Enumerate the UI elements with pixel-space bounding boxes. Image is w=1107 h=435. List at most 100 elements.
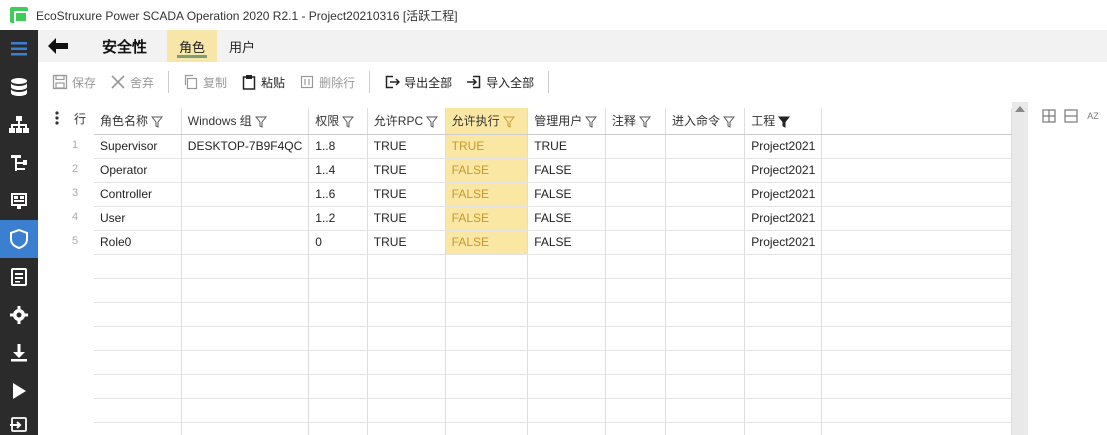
gear-icon[interactable]	[0, 296, 38, 334]
column-header-privilege[interactable]: 权限	[308, 108, 368, 135]
column-header-comment[interactable]: 注释	[605, 108, 666, 135]
database-icon[interactable]	[0, 68, 38, 106]
document-icon[interactable]	[0, 258, 38, 296]
table-cell[interactable]: TRUE	[367, 182, 446, 207]
device-tree-icon[interactable]	[0, 144, 38, 182]
table-cell[interactable]	[821, 206, 1012, 231]
table-cell[interactable]: FALSE	[527, 182, 606, 207]
table-cell[interactable]: TRUE	[367, 230, 446, 255]
table-cell[interactable]: Project2021	[744, 182, 823, 207]
column-header-allow-execute[interactable]: 允许执行	[445, 108, 529, 135]
table-cell[interactable]: FALSE	[445, 158, 529, 183]
filter-icon[interactable]	[722, 116, 735, 128]
table-cell[interactable]: 1..4	[308, 158, 368, 183]
download-icon[interactable]	[0, 334, 38, 372]
table-cell[interactable]	[605, 182, 666, 207]
filter-active-icon[interactable]	[778, 116, 791, 128]
import-all-button[interactable]: 导入全部	[466, 74, 534, 91]
table-row[interactable]: Supervisor DESKTOP-7B9F4QC 1..8 TRUE TRUE TRU…	[94, 134, 1012, 159]
table-cell[interactable]: FALSE	[445, 182, 529, 207]
table-cell[interactable]	[605, 206, 666, 231]
table-cell[interactable]	[665, 158, 746, 183]
paste-button[interactable]: 粘贴	[241, 74, 285, 91]
column-header-project[interactable]: 工程	[744, 108, 823, 135]
back-arrow-icon[interactable]	[38, 30, 78, 62]
shield-icon[interactable]	[0, 220, 38, 258]
table-cell[interactable]	[181, 206, 310, 231]
table-row[interactable]: Role0 0 TRUE FALSE FALSE Project2021	[94, 230, 1012, 255]
table-cell[interactable]	[665, 182, 746, 207]
filter-icon[interactable]	[638, 116, 651, 128]
table-cell[interactable]: Controller	[94, 182, 182, 207]
copy-button[interactable]: 复制	[183, 74, 227, 91]
column-header-entry-command[interactable]: 进入命令	[665, 108, 746, 135]
table-cell[interactable]: DESKTOP-7B9F4QC	[181, 134, 310, 159]
table-cell[interactable]: 1..2	[308, 206, 368, 231]
export-icon[interactable]	[0, 406, 38, 435]
table-cell[interactable]: Supervisor	[94, 134, 182, 159]
tab-roles[interactable]: 角色	[167, 30, 218, 62]
table-cell[interactable]	[181, 182, 310, 207]
table-row[interactable]: User 1..2 TRUE FALSE FALSE Project2021	[94, 206, 1012, 231]
table-cell[interactable]: Project2021	[744, 206, 823, 231]
table-cell[interactable]	[181, 158, 310, 183]
topology-icon[interactable]	[0, 106, 38, 144]
column-header-windows-group[interactable]: Windows 组	[181, 108, 310, 135]
table-cell[interactable]: TRUE	[527, 134, 606, 159]
table-cell[interactable]: Project2021	[744, 230, 823, 255]
table-cell[interactable]: FALSE	[527, 230, 606, 255]
table-cell[interactable]: FALSE	[527, 206, 606, 231]
filter-icon[interactable]	[585, 116, 598, 128]
table-cell[interactable]	[665, 230, 746, 255]
play-icon[interactable]	[0, 372, 38, 410]
table-cell[interactable]: Role0	[94, 230, 182, 255]
filter-icon[interactable]	[426, 116, 439, 128]
table-cell[interactable]	[605, 158, 666, 183]
expand-all-icon[interactable]	[1038, 106, 1060, 126]
table-cell[interactable]	[821, 182, 1012, 207]
discard-button[interactable]: 舍弃	[110, 74, 154, 91]
table-cell[interactable]	[605, 134, 666, 159]
table-cell[interactable]	[605, 230, 666, 255]
table-cell[interactable]: 1..8	[308, 134, 368, 159]
table-cell[interactable]: 1..6	[308, 182, 368, 207]
more-vertical-icon[interactable]	[54, 110, 60, 126]
column-header-role-name[interactable]: 角色名称	[94, 108, 182, 135]
table-cell[interactable]: FALSE	[445, 206, 529, 231]
table-cell[interactable]	[665, 134, 746, 159]
filter-icon[interactable]	[342, 116, 355, 128]
table-row[interactable]: Operator 1..4 TRUE FALSE FALSE Project2021	[94, 158, 1012, 183]
table-cell[interactable]: FALSE	[445, 230, 529, 255]
delete-row-button[interactable]: 删除行	[299, 74, 355, 91]
table-cell[interactable]	[821, 134, 1012, 159]
table-cell[interactable]	[181, 230, 310, 255]
table-cell[interactable]: User	[94, 206, 182, 231]
tab-users[interactable]: 用户	[217, 30, 267, 62]
display-icon[interactable]	[0, 182, 38, 220]
table-row[interactable]: Controller 1..6 TRUE FALSE FALSE Project2021	[94, 182, 1012, 207]
table-cell[interactable]: TRUE	[367, 158, 446, 183]
table-cell[interactable]	[821, 158, 1012, 183]
table-cell[interactable]: 0	[308, 230, 368, 255]
table-cell[interactable]: Project2021	[744, 134, 823, 159]
column-header-allow-rpc[interactable]: 允许RPC	[367, 108, 446, 135]
table-cell[interactable]: TRUE	[367, 206, 446, 231]
vertical-scrollbar[interactable]	[1012, 102, 1028, 435]
filter-icon[interactable]	[254, 116, 267, 128]
export-all-button[interactable]: 导出全部	[384, 74, 452, 91]
scroll-up-icon[interactable]	[1015, 106, 1025, 112]
table-cell[interactable]: Operator	[94, 158, 182, 183]
table-cell[interactable]: TRUE	[445, 134, 529, 159]
filter-icon[interactable]	[151, 116, 164, 128]
menu-icon[interactable]	[0, 30, 38, 68]
filter-icon[interactable]	[502, 116, 515, 128]
table-cell[interactable]	[665, 206, 746, 231]
collapse-all-icon[interactable]	[1060, 106, 1082, 126]
table-cell[interactable]	[821, 230, 1012, 255]
table-cell[interactable]: FALSE	[527, 158, 606, 183]
save-button[interactable]: 保存	[52, 74, 96, 91]
sort-az-icon[interactable]: AZ	[1082, 106, 1104, 126]
table-cell[interactable]: Project2021	[744, 158, 823, 183]
column-header-manage-users[interactable]: 管理用户	[527, 108, 606, 135]
table-cell[interactable]: TRUE	[367, 134, 446, 159]
